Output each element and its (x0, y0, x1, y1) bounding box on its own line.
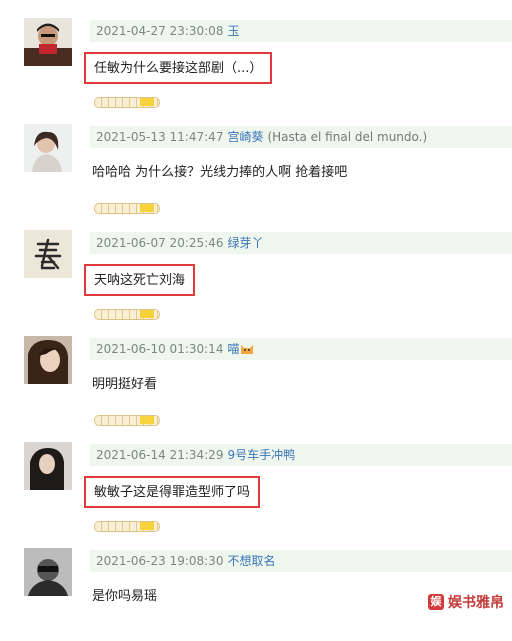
reply-button[interactable] (92, 307, 164, 321)
comment-text: 天呐这死亡刘海 (84, 264, 196, 296)
watermark: 娱 娱书雅帛 (428, 592, 504, 612)
comment-item: 2021-06-14 21:34:29 9号车手冲鸭 敏敏子这是得罪造型师了吗 (0, 429, 512, 535)
reply-button[interactable] (92, 519, 164, 533)
comment-item: 2021-06-23 19:08:30 不想取名 是你吗易瑶 (0, 535, 512, 641)
reply-button[interactable] (92, 413, 164, 427)
comment-time: 2021-05-13 11:47:47 (96, 130, 224, 144)
reply-highlight (140, 522, 154, 530)
reply-button[interactable] (92, 95, 164, 109)
comment-item: 2021-04-27 23:30:08 玉 任敏为什么要接这部剧（...） (0, 5, 512, 111)
reply-highlight (140, 98, 154, 106)
comment-username[interactable]: 玉 (227, 24, 239, 38)
woman-dark-portrait-icon (24, 442, 72, 490)
avatar[interactable] (24, 336, 72, 384)
comment-time: 2021-06-23 19:08:30 (96, 554, 224, 568)
comment-text: 任敏为什么要接这部剧（...） (84, 52, 273, 84)
comment-meta: 2021-04-27 23:30:08 玉 (90, 20, 512, 42)
comment-text: 敏敏子这是得罪造型师了吗 (84, 476, 261, 508)
avatar[interactable] (24, 442, 72, 490)
avatar[interactable] (24, 124, 72, 172)
comment-username[interactable]: 不想取名 (227, 554, 275, 568)
comment-item: 2021-06-10 01:30:14 喵 明明挺好看 (0, 323, 512, 429)
comment-text: 哈哈哈 为什么接？光线力捧的人啊 抢着接吧 (92, 165, 348, 180)
reply-button[interactable] (92, 201, 164, 215)
comment-text: 是你吗易瑶 (92, 589, 158, 604)
comment-text: 明明挺好看 (92, 377, 158, 392)
watermark-text: 娱书雅帛 (448, 595, 504, 611)
comment-username[interactable]: 喵 (227, 342, 239, 356)
cat-emoji-icon (241, 345, 254, 354)
comment-username[interactable]: 9号车手冲鸭 (227, 448, 295, 462)
girl-portrait-icon (24, 336, 72, 384)
comment-username[interactable]: 绿芽丫 (227, 236, 263, 250)
comment-item: 2021-06-07 20:25:46 绿芽丫 天呐这死亡刘海 (0, 217, 512, 323)
avatar[interactable] (24, 548, 72, 596)
reply-highlight (140, 416, 154, 424)
comment-meta: 2021-06-07 20:25:46 绿芽丫 (90, 232, 512, 254)
comment-item: 2021-05-13 11:47:47 宫崎葵 (Hasta el final de… (0, 111, 512, 217)
comment-meta: 2021-05-13 11:47:47 宫崎葵 (Hasta el final de… (90, 126, 512, 148)
comment-time: 2021-04-27 23:30:08 (96, 24, 224, 38)
comment-meta: 2021-06-10 01:30:14 喵 (90, 338, 512, 360)
calligraphy-icon (24, 230, 72, 278)
comment-user-note: (Hasta el final del mundo.) (267, 130, 428, 144)
reply-highlight (140, 310, 154, 318)
avatar[interactable] (24, 230, 72, 278)
person-portrait-icon (24, 18, 72, 66)
person-bw-portrait-icon (24, 548, 72, 596)
brand-logo-icon: 娱 (428, 594, 444, 610)
comment-meta: 2021-06-23 19:08:30 不想取名 (90, 550, 512, 572)
comment-time: 2021-06-07 20:25:46 (96, 236, 224, 250)
woman-portrait-icon (24, 124, 72, 172)
comment-meta: 2021-06-14 21:34:29 9号车手冲鸭 (90, 444, 512, 466)
comment-time: 2021-06-10 01:30:14 (96, 342, 224, 356)
comment-username[interactable]: 宫崎葵 (227, 130, 263, 144)
reply-highlight (140, 204, 154, 212)
avatar[interactable] (24, 18, 72, 66)
comment-time: 2021-06-14 21:34:29 (96, 448, 224, 462)
